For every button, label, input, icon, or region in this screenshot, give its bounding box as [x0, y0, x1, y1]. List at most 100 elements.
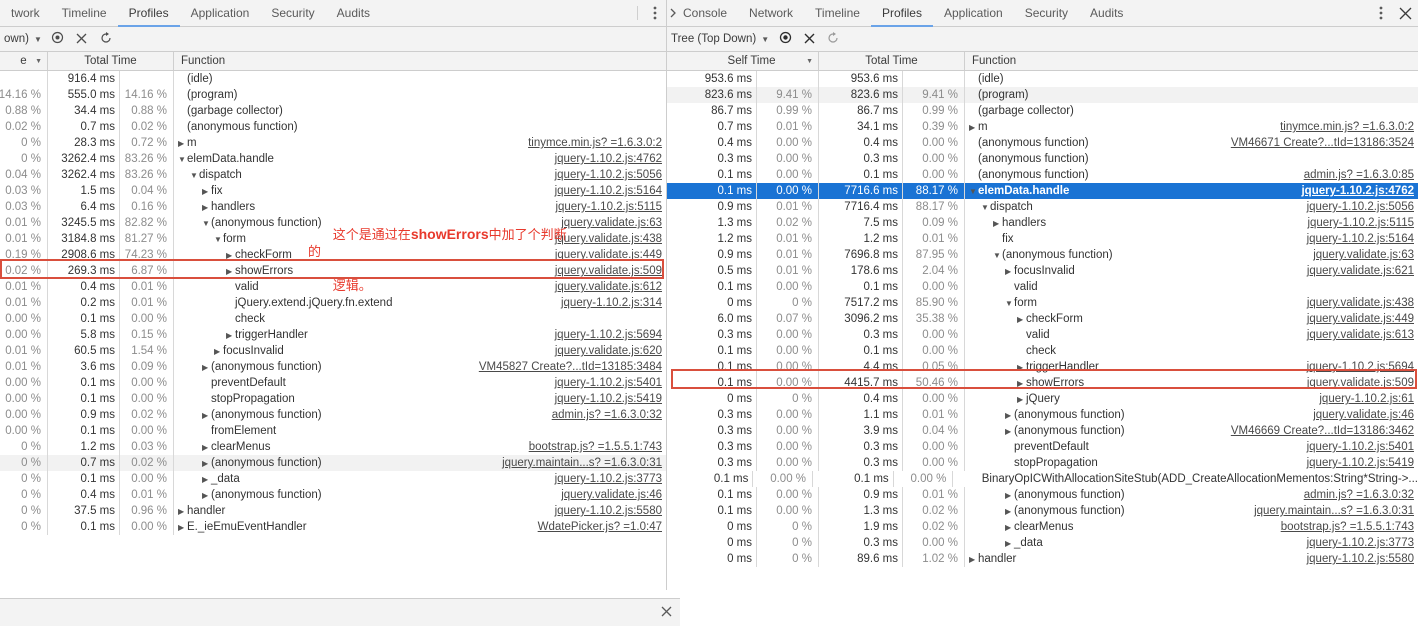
table-row[interactable]: 0.3 ms 0.00 % 0.3 ms 0.00 % ▶stopPropagation… [667, 455, 1418, 471]
view-mode-select[interactable]: Tree (Top Down) ▼ [671, 33, 773, 45]
disclosure-collapsed-icon[interactable]: ▶ [993, 219, 1002, 228]
source-link[interactable]: jquery-1.10.2.js:61 [1319, 391, 1414, 407]
source-link[interactable]: jquery-1.10.2.js:4762 [555, 151, 662, 167]
kebab-menu-icon[interactable] [1370, 0, 1392, 26]
table-row[interactable]: 1.3 ms 0.02 % 7.5 ms 0.09 % ▶ handlers jquery-… [667, 215, 1418, 231]
source-link[interactable]: tinymce.min.js? =1.6.3.0:2 [528, 135, 662, 151]
table-row[interactable]: 0 % 0.1 ms 0.00 % ▶ _data jquery-1.10.2.js:37… [0, 471, 666, 487]
source-link[interactable]: tinymce.min.js? =1.6.3.0:2 [1280, 119, 1414, 135]
table-row[interactable]: 14.16 % 555.0 ms 14.16 % ▶(program) [0, 87, 666, 103]
table-row[interactable]: 0.1 ms 0.00 % 4415.7 ms 50.46 % ▶ showErrors j… [667, 375, 1418, 391]
tab-console[interactable]: Console [681, 0, 738, 27]
source-link[interactable]: jquery-1.10.2.js:314 [561, 295, 662, 311]
tab-profiles[interactable]: Profiles [117, 0, 180, 27]
disclosure-collapsed-icon[interactable]: ▶ [226, 251, 235, 260]
table-row[interactable]: 0.3 ms 0.00 % 0.3 ms 0.00 % ▶valid jquery.val… [667, 327, 1418, 343]
tab-timeline[interactable]: Timeline [804, 0, 871, 27]
disclosure-collapsed-icon[interactable]: ▶ [178, 507, 187, 516]
source-link[interactable]: jquery.validate.js:612 [555, 279, 662, 295]
disclosure-collapsed-icon[interactable]: ▶ [178, 139, 187, 148]
tab-application[interactable]: Application [180, 0, 261, 27]
source-link[interactable]: bootstrap.js? =1.5.5.1:743 [529, 439, 662, 455]
disclosure-collapsed-icon[interactable]: ▶ [202, 363, 211, 372]
table-row[interactable]: 0.1 ms 0.00 % 4.4 ms 0.05 % ▶ triggerHandler j… [667, 359, 1418, 375]
table-row[interactable]: 0.9 ms 0.01 % 7696.8 ms 87.95 % ▼ (anonymous … [667, 247, 1418, 263]
disclosure-expanded-icon[interactable]: ▼ [202, 219, 211, 228]
close-icon[interactable] [652, 605, 680, 620]
table-row[interactable]: 916.4 ms ▶(idle) [0, 71, 666, 87]
source-link[interactable]: jquery-1.10.2.js:3773 [1307, 535, 1414, 551]
table-row[interactable]: 86.7 ms 0.99 % 86.7 ms 0.99 % ▶(garbage coll… [667, 103, 1418, 119]
source-link[interactable]: jquery.validate.js:613 [1307, 327, 1414, 343]
table-row[interactable]: 0 ms 0 % 89.6 ms 1.02 % ▶ handler jquery-1.10.… [667, 551, 1418, 567]
tab-audits[interactable]: Audits [326, 0, 381, 27]
source-link[interactable]: jquery.validate.js:509 [1307, 375, 1414, 391]
source-link[interactable]: jquery.validate.js:63 [1313, 247, 1414, 263]
table-row[interactable]: 0.3 ms 0.00 % 0.3 ms 0.00 % ▶preventDefault j… [667, 439, 1418, 455]
table-row[interactable]: 823.6 ms 9.41 % 823.6 ms 9.41 % ▶(program) [667, 87, 1418, 103]
source-link[interactable]: jquery.validate.js:621 [1307, 263, 1414, 279]
source-link[interactable]: VM45827 Create?...tId=13185:3484 [479, 359, 662, 375]
source-link[interactable]: jquery.validate.js:438 [555, 231, 662, 247]
disclosure-collapsed-icon[interactable]: ▶ [226, 331, 235, 340]
source-link[interactable]: jquery.validate.js:620 [555, 343, 662, 359]
source-link[interactable]: jquery-1.10.2.js:5580 [555, 503, 662, 519]
source-link[interactable]: jquery.maintain...s? =1.6.3.0:31 [1254, 503, 1414, 519]
tab-timeline[interactable]: Timeline [51, 0, 118, 27]
source-link[interactable]: jquery-1.10.2.js:5419 [555, 391, 662, 407]
table-row[interactable]: 0.04 % 3262.4 ms 83.26 % ▼ dispatch jquery-1.… [0, 167, 666, 183]
left-profile-rows[interactable]: 916.4 ms▶(idle)14.16 %555.0 ms14.16 %▶(p… [0, 71, 666, 626]
tab-audits[interactable]: Audits [1079, 0, 1134, 27]
table-row[interactable]: 0.00 % 0.1 ms 0.00 % ▶preventDefault jquery-… [0, 375, 666, 391]
source-link[interactable]: jquery-1.10.2.js:5401 [1307, 439, 1414, 455]
table-row[interactable]: 0.02 % 0.7 ms 0.02 % ▶(anonymous function) [0, 119, 666, 135]
source-link[interactable]: admin.js? =1.6.3.0:32 [552, 407, 662, 423]
table-row[interactable]: 0.00 % 5.8 ms 0.15 % ▶ triggerHandler jquery-… [0, 327, 666, 343]
exclude-function-icon[interactable] [797, 32, 821, 47]
source-link[interactable]: WdatePicker.js? =1.0:47 [538, 519, 662, 535]
table-row[interactable]: 0 % 1.2 ms 0.03 % ▶ clearMenus bootstrap.js? … [0, 439, 666, 455]
source-link[interactable]: jquery-1.10.2.js:5694 [1307, 359, 1414, 375]
source-link[interactable]: jquery-1.10.2.js:5164 [555, 183, 662, 199]
column-self-time[interactable]: e ▼ [0, 52, 48, 70]
table-row[interactable]: 0 % 0.4 ms 0.01 % ▶ (anonymous function) jque… [0, 487, 666, 503]
source-link[interactable]: jquery.validate.js:46 [1313, 407, 1414, 423]
disclosure-collapsed-icon[interactable]: ▶ [1005, 411, 1014, 420]
table-row[interactable]: 0.1 ms 0.00 % 0.1 ms 0.00 % ▶(anonymous func… [667, 167, 1418, 183]
table-row[interactable]: 0.01 % 0.2 ms 0.01 % ▶jQuery.extend.jQuery.… [0, 295, 666, 311]
table-row[interactable]: 0.5 ms 0.01 % 178.6 ms 2.04 % ▶ focusInvalid j… [667, 263, 1418, 279]
table-row[interactable]: 0.01 % 3245.5 ms 82.82 % ▼ (anonymous functi… [0, 215, 666, 231]
view-mode-select[interactable]: own) ▼ [4, 33, 46, 45]
source-link[interactable]: jquery-1.10.2.js:5694 [555, 327, 662, 343]
source-link[interactable]: jquery.validate.js:46 [561, 487, 662, 503]
source-link[interactable]: VM46671 Create?...tId=13186:3524 [1231, 135, 1414, 151]
source-link[interactable]: jquery.maintain...s? =1.6.3.0:31 [502, 455, 662, 471]
disclosure-collapsed-icon[interactable]: ▶ [1017, 315, 1026, 324]
table-row[interactable]: 0.01 % 0.4 ms 0.01 % ▶valid jquery.validate.… [0, 279, 666, 295]
disclosure-collapsed-icon[interactable]: ▶ [202, 475, 211, 484]
disclosure-collapsed-icon[interactable]: ▶ [1005, 427, 1014, 436]
table-row[interactable]: 0 % 3262.4 ms 83.26 % ▼ elemData.handle jquer… [0, 151, 666, 167]
console-chevron-icon[interactable] [667, 0, 681, 26]
table-row[interactable]: 0.3 ms 0.00 % 3.9 ms 0.04 % ▶ (anonymous func… [667, 423, 1418, 439]
disclosure-collapsed-icon[interactable]: ▶ [1017, 363, 1026, 372]
table-row[interactable]: 0.00 % 0.1 ms 0.00 % ▶fromElement [0, 423, 666, 439]
restore-all-icon[interactable] [821, 31, 845, 47]
disclosure-expanded-icon[interactable]: ▼ [190, 171, 199, 180]
table-row[interactable]: 0.1 ms 0.00 % 0.1 ms 0.00 % ▶check [667, 343, 1418, 359]
disclosure-expanded-icon[interactable]: ▼ [981, 203, 990, 212]
table-row[interactable]: 0.01 % 3184.8 ms 81.27 % ▼ form jquery.valida… [0, 231, 666, 247]
disclosure-collapsed-icon[interactable]: ▶ [1005, 523, 1014, 532]
table-row[interactable]: 0.3 ms 0.00 % 0.3 ms 0.00 % ▶(anonymous func… [667, 151, 1418, 167]
disclosure-collapsed-icon[interactable]: ▶ [1017, 395, 1026, 404]
disclosure-expanded-icon[interactable]: ▼ [1005, 299, 1014, 308]
table-row[interactable]: 0.7 ms 0.01 % 34.1 ms 0.39 % ▶ m tinymce.min.j… [667, 119, 1418, 135]
source-link[interactable]: jquery-1.10.2.js:5419 [1307, 455, 1414, 471]
table-row[interactable]: 0 ms 0 % 1.9 ms 0.02 % ▶ clearMenus bootstrap.… [667, 519, 1418, 535]
table-row[interactable]: 0.9 ms 0.01 % 7716.4 ms 88.17 % ▼ dispatch jqu… [667, 199, 1418, 215]
table-row[interactable]: 0.19 % 2908.6 ms 74.23 % ▶ checkForm jquery.v… [0, 247, 666, 263]
kebab-menu-icon[interactable] [644, 0, 666, 26]
table-row[interactable]: 0.1 ms 0.00 % 7716.6 ms 88.17 % ▼ elemData.ha… [667, 183, 1418, 199]
tab-security[interactable]: Security [260, 0, 325, 27]
table-row[interactable]: 0.1 ms 0.00 % 0.1 ms 0.00 % ▶valid [667, 279, 1418, 295]
